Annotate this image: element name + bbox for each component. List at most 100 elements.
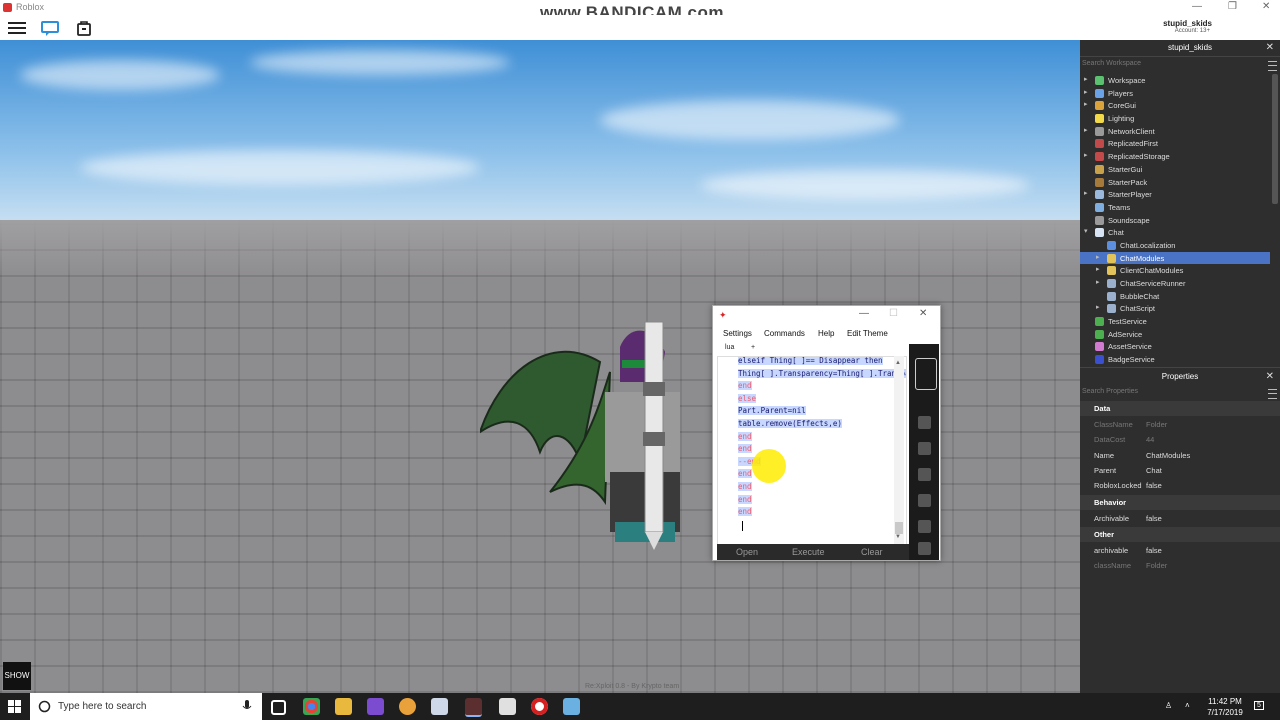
explorer-item[interactable]: ▸ ChatModules [1080,251,1270,265]
property-category[interactable]: Other [1080,526,1280,542]
notifications-icon[interactable]: 5 [1254,701,1264,710]
clear-button[interactable]: Clear [861,547,883,557]
system-clock[interactable]: 11:42 PM 7/17/2019 [1200,696,1250,718]
explorer-item[interactable]: BubbleChat [1080,290,1270,303]
property-value[interactable]: false [1146,546,1162,555]
menu-commands[interactable]: Commands [764,329,805,338]
explorer-item[interactable]: ▸ Players [1080,87,1270,100]
property-value[interactable]: ChatModules [1146,451,1190,460]
close-icon[interactable]: ✕ [919,308,927,319]
menu-edit-theme[interactable]: Edit Theme [847,329,888,338]
task-view-icon[interactable] [271,700,286,715]
show-button[interactable]: SHOW [3,662,31,690]
close-icon[interactable]: ✕ [1266,42,1274,53]
bandicam-icon[interactable] [531,698,548,715]
script-hub-icon[interactable] [918,442,931,455]
explorer-item[interactable]: Soundscape [1080,214,1270,227]
chevron-right-icon[interactable]: ▸ [1096,303,1100,311]
chevron-down-icon[interactable]: ▾ [1084,227,1088,235]
app-icon[interactable] [431,698,448,715]
explorer-item[interactable]: ▸ NetworkClient [1080,125,1270,138]
property-row[interactable]: DataCost 44 [1080,432,1280,447]
menu-help[interactable]: Help [818,329,834,338]
settings-icon[interactable] [918,494,931,507]
property-value[interactable]: false [1146,514,1162,523]
explorer-item[interactable]: ▸ ClientChatModules [1080,264,1270,277]
explorer-search-input[interactable]: Search Workspace [1082,60,1141,67]
close-icon[interactable]: ✕ [1266,371,1274,382]
chevron-right-icon[interactable]: ▸ [1096,253,1100,261]
maximize-icon[interactable]: ❐ [1228,1,1237,12]
backpack-icon[interactable] [74,18,94,38]
property-row[interactable]: RobloxLocked false [1080,478,1280,493]
explorer-item[interactable]: ▾ Chat [1080,226,1270,239]
tab-script[interactable]: lua [725,344,734,351]
explorer-item[interactable]: ▸ ChatServiceRunner [1080,277,1270,290]
windows-start-icon[interactable] [8,700,21,713]
properties-search-input[interactable]: Search Properties [1082,388,1138,395]
app-icon[interactable] [399,698,416,715]
explorer-item[interactable]: AdService [1080,328,1270,341]
visual-studio-icon[interactable] [367,698,384,715]
explorer-item[interactable]: Lighting [1080,112,1270,125]
property-row[interactable]: archivable false [1080,543,1280,558]
explorer-item[interactable]: StarterPack [1080,176,1270,189]
explorer-scrollbar[interactable] [1272,74,1278,204]
explorer-item[interactable]: ReplicatedFirst [1080,137,1270,150]
properties-menu-icon[interactable] [1268,389,1277,399]
people-icon[interactable]: ♙ [1165,701,1172,710]
property-value[interactable]: Folder [1146,561,1167,570]
explorer-item[interactable]: ▸ ChatScript [1080,302,1270,315]
property-row[interactable]: Archivable false [1080,511,1280,526]
explorer-item[interactable]: AssetService [1080,340,1270,353]
chevron-right-icon[interactable]: ▸ [1084,126,1088,134]
microphone-icon[interactable] [242,700,252,713]
maximize-icon[interactable]: ☐ [889,308,898,319]
more-icon[interactable] [918,542,931,555]
menu-icon[interactable] [7,18,27,38]
chevron-right-icon[interactable]: ▸ [1084,75,1088,83]
close-icon[interactable]: ✕ [1262,1,1270,12]
chevron-right-icon[interactable]: ▸ [1084,189,1088,197]
property-value[interactable]: Folder [1146,420,1167,429]
property-row[interactable]: Name ChatModules [1080,448,1280,463]
property-value[interactable]: 44 [1146,435,1154,444]
chevron-up-icon[interactable]: ˄ [1185,701,1190,710]
explorer-item[interactable]: BadgeService [1080,353,1270,366]
add-tab-button[interactable]: + [751,344,755,351]
property-row[interactable]: Parent Chat [1080,463,1280,478]
chevron-right-icon[interactable]: ▸ [1084,88,1088,96]
explorer-item[interactable]: ▸ StarterPlayer [1080,188,1270,201]
chat-icon[interactable] [40,18,60,38]
property-value[interactable]: Chat [1146,466,1162,475]
editor-scrollbar[interactable]: ▲ ▼ [894,356,904,544]
property-category[interactable]: Data [1080,401,1280,416]
property-row[interactable]: ClassName Folder [1080,417,1280,432]
chrome-icon[interactable] [303,698,320,715]
explorer-item[interactable]: ▸ CoreGui [1080,99,1270,112]
player-icon[interactable] [918,468,931,481]
explorer-item[interactable]: ▸ Workspace [1080,74,1270,87]
menu-settings[interactable]: Settings [723,329,752,338]
explorer-user-tab[interactable]: stupid_skids [1168,43,1212,52]
taskbar-search-input[interactable]: Type here to search [30,693,262,720]
property-value[interactable]: false [1146,481,1162,490]
open-button[interactable]: Open [736,547,758,557]
code-editor[interactable]: elseif Thing[ ]== Disappear then Thing[ ]… [717,356,907,546]
pen-icon[interactable] [918,520,931,533]
property-row[interactable]: className Folder [1080,558,1280,573]
chevron-right-icon[interactable]: ▸ [1096,265,1100,273]
app-icon[interactable] [563,698,580,715]
roblox-taskbar-icon[interactable] [499,698,516,715]
file-explorer-icon[interactable] [335,698,352,715]
executor-taskbar-icon[interactable] [465,698,482,717]
explorer-item[interactable]: StarterGui [1080,163,1270,176]
explorer-menu-icon[interactable] [1268,61,1277,71]
chevron-right-icon[interactable]: ▸ [1096,278,1100,286]
chevron-right-icon[interactable]: ▸ [1084,151,1088,159]
explorer-item[interactable]: Teams [1080,201,1270,214]
minimize-icon[interactable]: — [859,308,869,319]
chevron-right-icon[interactable]: ▸ [1084,100,1088,108]
execute-button[interactable]: Execute [792,547,825,557]
save-icon[interactable] [918,416,931,429]
